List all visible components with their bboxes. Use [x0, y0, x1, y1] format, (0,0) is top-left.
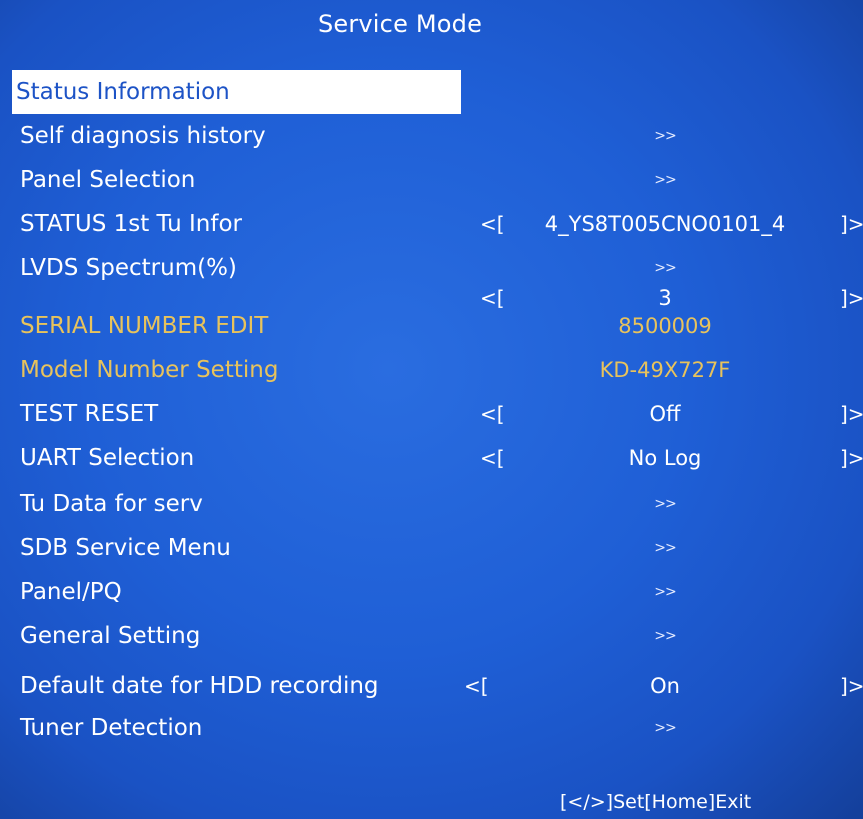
menu-label: STATUS 1st Tu Infor: [20, 211, 242, 237]
submenu-arrow-icon: >>: [654, 720, 676, 736]
increase-arrow[interactable]: ]>: [840, 392, 863, 436]
menu-item-self-diagnosis-history[interactable]: Self diagnosis history >>: [0, 114, 863, 158]
menu-item-tu-data-for-serv[interactable]: Tu Data for serv >>: [0, 482, 863, 526]
decrease-arrow[interactable]: <[: [464, 664, 489, 708]
menu-item-general-setting[interactable]: General Setting >>: [0, 614, 863, 658]
screen-title: Service Mode: [317, 10, 483, 38]
menu-label: General Setting: [20, 623, 201, 649]
submenu-arrow-icon: >>: [654, 584, 676, 600]
increase-arrow[interactable]: ]>: [840, 664, 863, 708]
menu-label: SDB Service Menu: [20, 535, 231, 561]
menu-label: UART Selection: [20, 445, 195, 471]
submenu-arrow-icon: >>: [654, 172, 676, 188]
menu-item-status-1st-tu-infor[interactable]: STATUS 1st Tu Infor <[ 4_YS8T005CNO0101_…: [0, 202, 863, 246]
menu-item-sdb-service-menu[interactable]: SDB Service Menu >>: [0, 526, 863, 570]
submenu-arrow-icon: >>: [654, 628, 676, 644]
menu-label: Self diagnosis history: [20, 123, 266, 149]
footer-hint: [</>]Set[Home]Exit: [560, 791, 752, 813]
menu-value: 4_YS8T005CNO0101_4: [544, 212, 786, 236]
menu-item-default-date-hdd-recording[interactable]: Default date for HDD recording <[ On ]>: [0, 664, 863, 708]
menu-label: Panel/PQ: [20, 579, 122, 605]
menu-label: Tu Data for serv: [20, 491, 203, 517]
menu-item-uart-selection[interactable]: UART Selection <[ No Log ]>: [0, 436, 863, 480]
menu-label: Tuner Detection: [20, 715, 203, 741]
service-mode-screen: Service Mode Status Information Self dia…: [0, 0, 863, 819]
menu-value: Off: [649, 402, 681, 426]
menu-item-status-information[interactable]: Status Information: [0, 70, 863, 114]
increase-arrow[interactable]: ]>: [840, 436, 863, 480]
menu-label: TEST RESET: [20, 401, 159, 427]
menu-item-test-reset[interactable]: TEST RESET <[ Off ]>: [0, 392, 863, 436]
menu-item-serial-number-edit[interactable]: SERIAL NUMBER EDIT 8500009: [0, 304, 863, 348]
increase-arrow[interactable]: ]>: [840, 202, 863, 246]
serial-number-value: 8500009: [618, 314, 712, 338]
submenu-arrow-icon: >>: [654, 496, 676, 512]
menu-label: Default date for HDD recording: [20, 673, 379, 699]
menu-item-tuner-detection[interactable]: Tuner Detection >>: [0, 706, 863, 750]
menu-item-panel-selection[interactable]: Panel Selection >>: [0, 158, 863, 202]
menu-label: SERIAL NUMBER EDIT: [20, 313, 269, 339]
submenu-arrow-icon: >>: [654, 128, 676, 144]
menu-value: On: [650, 674, 680, 698]
menu-item-model-number-setting[interactable]: Model Number Setting KD-49X727F: [0, 348, 863, 392]
menu-label: Status Information: [12, 70, 461, 114]
menu-label: Panel Selection: [20, 167, 196, 193]
menu-item-panel-pq[interactable]: Panel/PQ >>: [0, 570, 863, 614]
menu-value: No Log: [628, 446, 702, 470]
submenu-arrow-icon: >>: [654, 540, 676, 556]
model-number-value: KD-49X727F: [599, 358, 731, 382]
menu-label: Model Number Setting: [20, 357, 279, 383]
